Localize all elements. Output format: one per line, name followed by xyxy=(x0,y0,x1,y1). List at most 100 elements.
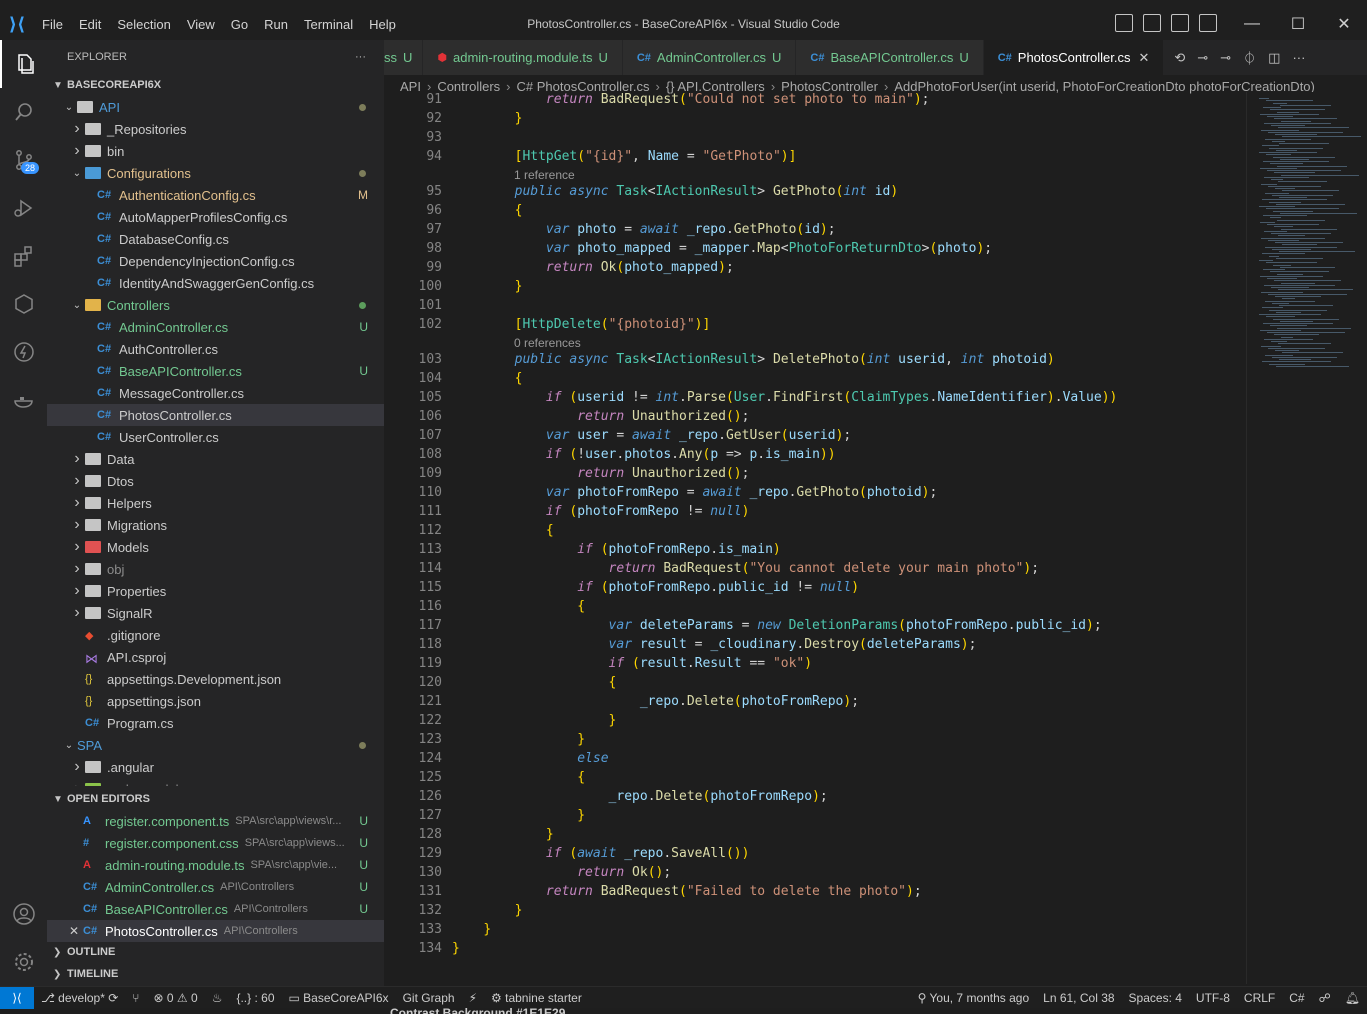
tree-item[interactable]: ⌄ API xyxy=(47,96,384,118)
notifications-bell-icon[interactable]: 🔔︎ xyxy=(1338,991,1367,1005)
menu-go[interactable]: Go xyxy=(223,17,256,32)
tree-item[interactable]: C# AutoMapperProfilesConfig.cs xyxy=(47,206,384,228)
open-editor-item[interactable]: Aregister.component.ts SPA\src\app\views\… xyxy=(47,810,384,832)
tree-item[interactable]: C# AuthenticationConfig.cs M xyxy=(47,184,384,206)
tabnine-status[interactable]: ⚙ tabnine starter xyxy=(484,991,589,1005)
menu-selection[interactable]: Selection xyxy=(109,17,178,32)
more-actions-icon[interactable]: ··· xyxy=(1292,50,1305,65)
tree-item[interactable]: C# MessageController.cs xyxy=(47,382,384,404)
accounts-icon[interactable] xyxy=(0,890,47,938)
close-editor-icon[interactable]: ✕ xyxy=(69,924,83,938)
editor-tab[interactable]: C# PhotosController.cs ✕ xyxy=(983,40,1165,75)
project-status[interactable]: ▭ BaseCoreAPI6x xyxy=(282,991,396,1005)
tree-item[interactable]: › obj xyxy=(47,558,384,580)
thunder-client-icon[interactable] xyxy=(0,328,47,376)
remote-indicator-icon[interactable]: ⟩⟨ xyxy=(0,986,34,1009)
open-changes-icon[interactable]: ⏀ xyxy=(1243,48,1256,67)
toggle-panel-icon[interactable] xyxy=(1143,14,1161,32)
tree-item[interactable]: › SignalR xyxy=(47,602,384,624)
tree-item[interactable]: ⋈ API.csproj xyxy=(47,646,384,668)
tree-item[interactable]: C# UserController.cs xyxy=(47,426,384,448)
encoding[interactable]: UTF-8 xyxy=(1189,991,1237,1005)
run-debug-icon[interactable] xyxy=(0,184,47,232)
menu-view[interactable]: View xyxy=(179,17,223,32)
branch-status[interactable]: ⎇ develop* ⟳ xyxy=(34,991,125,1005)
tree-item[interactable]: › Models xyxy=(47,536,384,558)
split-editor-icon[interactable]: ◫ xyxy=(1268,50,1280,66)
tree-item[interactable]: › Dtos xyxy=(47,470,384,492)
open-editor-item[interactable]: Aadmin-routing.module.ts SPA\src\app\vie.… xyxy=(47,854,384,876)
menu-run[interactable]: Run xyxy=(256,17,296,32)
next-change-icon[interactable]: ⊸ xyxy=(1220,50,1231,66)
tree-item[interactable]: C# DependencyInjectionConfig.cs xyxy=(47,250,384,272)
tree-item[interactable]: {} appsettings.Development.json xyxy=(47,668,384,690)
open-editor-item[interactable]: C# AdminController.cs API\Controllers U xyxy=(47,876,384,898)
tree-item[interactable]: ⌄ Configurations xyxy=(47,162,384,184)
code-editor[interactable]: 91 return BadRequest("Could not set phot… xyxy=(384,92,1246,968)
flame-icon[interactable]: ♨ xyxy=(205,991,230,1005)
plug-icon[interactable]: ⚡ xyxy=(462,991,484,1005)
tree-item[interactable]: {} appsettings.json xyxy=(47,690,384,712)
tree-item[interactable]: C# AdminController.cs U xyxy=(47,316,384,338)
codelens-references[interactable]: 0 references xyxy=(514,336,581,350)
tree-item[interactable]: ⌄ SPA xyxy=(47,734,384,756)
docker-icon[interactable] xyxy=(0,376,47,424)
tree-item[interactable]: C# AuthController.cs xyxy=(47,338,384,360)
language-mode[interactable]: C# xyxy=(1282,991,1311,1005)
remote-explorer-icon[interactable] xyxy=(0,280,47,328)
git-fork-icon[interactable]: ⑂ xyxy=(125,991,146,1005)
tree-item[interactable]: › bin xyxy=(47,140,384,162)
tree-item[interactable]: C# IdentityAndSwaggerGenConfig.cs xyxy=(47,272,384,294)
customize-layout-icon[interactable] xyxy=(1199,14,1217,32)
workspace-root-header[interactable]: ▼ BASECOREAPI6X xyxy=(47,74,384,96)
tree-item[interactable]: › _Repositories xyxy=(47,118,384,140)
feedback-icon[interactable]: ☍ xyxy=(1312,991,1338,1005)
outline-header[interactable]: ❯ OUTLINE xyxy=(47,941,384,963)
brace-count[interactable]: {..} : 60 xyxy=(229,991,281,1005)
open-editor-item[interactable]: # register.component.css SPA\src\app\views… xyxy=(47,832,384,854)
tree-item[interactable]: ◆ .gitignore xyxy=(47,624,384,646)
extensions-icon[interactable] xyxy=(0,232,47,280)
git-graph-button[interactable]: Git Graph xyxy=(396,991,462,1005)
open-editors-header[interactable]: ▼ OPEN EDITORS xyxy=(47,788,384,810)
problems-status[interactable]: ⊗ 0 ⚠ 0 xyxy=(146,991,204,1005)
settings-gear-icon[interactable] xyxy=(0,938,47,986)
explorer-icon[interactable] xyxy=(0,40,47,88)
more-actions-icon[interactable]: ··· xyxy=(355,51,366,63)
end-of-line[interactable]: CRLF xyxy=(1237,991,1282,1005)
menu-file[interactable]: File xyxy=(34,17,71,32)
search-icon[interactable] xyxy=(0,88,47,136)
tree-item[interactable]: ⌄ Controllers xyxy=(47,294,384,316)
indentation[interactable]: Spaces: 4 xyxy=(1122,991,1189,1005)
menu-edit[interactable]: Edit xyxy=(71,17,109,32)
tree-item[interactable]: › Helpers xyxy=(47,492,384,514)
tree-item[interactable]: › node_modules xyxy=(47,778,384,786)
menu-terminal[interactable]: Terminal xyxy=(296,17,361,32)
open-editor-item[interactable]: C# BaseAPIController.cs API\Controllers U xyxy=(47,898,384,920)
tree-item[interactable]: › Properties xyxy=(47,580,384,602)
open-editor-item[interactable]: ✕ C# PhotosController.cs API\Controllers xyxy=(47,920,384,942)
tree-item[interactable]: › .angular xyxy=(47,756,384,778)
close-tab-icon[interactable]: ✕ xyxy=(1139,50,1150,66)
tree-item[interactable]: C# PhotosController.cs xyxy=(47,404,384,426)
toggle-primary-sidebar-icon[interactable] xyxy=(1115,14,1133,32)
minimap[interactable] xyxy=(1246,92,1367,984)
tree-item[interactable]: C# Program.cs xyxy=(47,712,384,734)
codelens-references[interactable]: 1 reference xyxy=(514,168,575,182)
timeline-header[interactable]: ❯ TIMELINE xyxy=(47,963,384,985)
tree-item[interactable]: › Migrations xyxy=(47,514,384,536)
menu-help[interactable]: Help xyxy=(361,17,404,32)
editor-tab[interactable]: ⬢ admin-routing.module.ts U xyxy=(423,40,623,75)
toggle-secondary-sidebar-icon[interactable] xyxy=(1171,14,1189,32)
previous-change-icon[interactable]: ⊸ xyxy=(1197,50,1208,66)
editor-tab[interactable]: C# BaseAPIController.cs U xyxy=(796,40,984,75)
source-control-icon[interactable]: 28 xyxy=(0,136,47,184)
git-blame-status[interactable]: ⚲ You, 7 months ago xyxy=(911,991,1037,1005)
editor-tab[interactable]: C# AdminController.cs U xyxy=(622,40,797,75)
cursor-position[interactable]: Ln 61, Col 38 xyxy=(1036,991,1121,1005)
tree-item[interactable]: › Data xyxy=(47,448,384,470)
editor-tab[interactable]: ss U xyxy=(384,40,424,75)
history-back-icon[interactable]: ⟲ xyxy=(1174,50,1185,66)
tree-item[interactable]: C# BaseAPIController.cs U xyxy=(47,360,384,382)
tree-item[interactable]: C# DatabaseConfig.cs xyxy=(47,228,384,250)
